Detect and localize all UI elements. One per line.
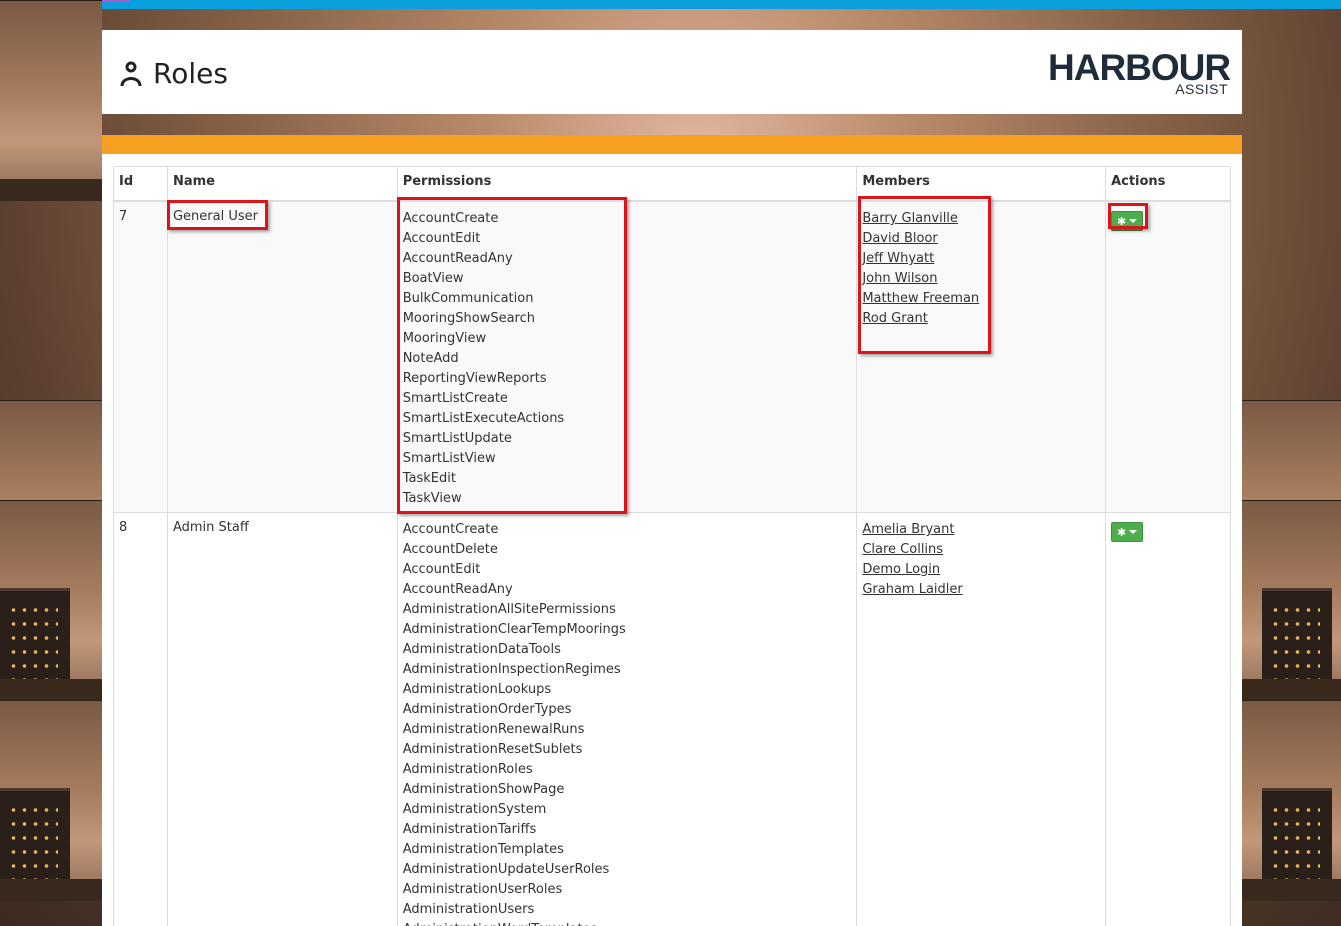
role-name: Admin Staff	[166, 512, 398, 926]
page-title: Roles	[153, 57, 228, 90]
top-bar	[0, 0, 1341, 9]
role-id: 8	[113, 512, 168, 926]
permission-item: AdministrationWordTemplates	[403, 920, 852, 926]
page-header: Roles HARBOUR ASSIST	[102, 30, 1242, 114]
highlight-box-actions	[1108, 203, 1148, 229]
member-link[interactable]: Clare Collins	[862, 540, 1100, 560]
harbour-assist-logo: HARBOUR ASSIST	[1048, 48, 1231, 100]
permission-item: AdministrationRenewalRuns	[402, 722, 585, 737]
permission-item: AdministrationRoles	[402, 762, 533, 777]
actions-cell: ✱	[1105, 512, 1231, 926]
permission-item: AdministrationLookups	[402, 682, 552, 697]
column-header-permissions[interactable]: Permissions	[396, 166, 858, 202]
permission-item: AccountDelete	[402, 542, 498, 557]
background-left	[0, 0, 102, 926]
actions-dropdown-button[interactable]: ✱	[1111, 522, 1144, 542]
permission-item: AdministrationUsers	[402, 902, 535, 917]
logo-sub-text: ASSIST	[1175, 81, 1228, 97]
highlight-box-members	[858, 196, 991, 354]
person-icon	[120, 61, 142, 87]
permissions-list: AccountCreate AccountDelete AccountEdit Acc…	[396, 512, 858, 926]
permission-item: AccountReadAny	[402, 582, 513, 597]
member-link[interactable]: Amelia Bryant	[862, 520, 1100, 540]
table-row: 8 Admin Staff AccountCreate AccountDelete…	[113, 512, 1231, 926]
permission-item: AdministrationInspectionRegimes	[402, 662, 621, 677]
column-header-name[interactable]: Name	[166, 166, 398, 202]
role-name: General User	[166, 200, 398, 513]
permission-item: AdministrationTemplates	[402, 842, 564, 857]
permission-item: AdministrationTariffs	[402, 822, 537, 837]
highlight-box-role-name	[167, 200, 268, 230]
caret-down-icon	[1129, 530, 1138, 534]
permission-item: AdministrationUpdateUserRoles	[402, 862, 610, 877]
roles-panel: Id Name Permissions Members Actions 7 Ge…	[102, 135, 1242, 926]
permission-item: AccountEdit	[402, 562, 481, 577]
column-header-id[interactable]: Id	[113, 166, 168, 202]
background-right	[1242, 0, 1341, 926]
actions-cell: ✱	[1105, 200, 1231, 513]
roles-table: Id Name Permissions Members Actions 7 Ge…	[113, 166, 1231, 926]
role-id: 7	[113, 200, 168, 513]
permission-item: AdministrationClearTempMoorings	[402, 622, 626, 637]
member-link[interactable]: Graham Laidler	[862, 580, 1100, 600]
member-link[interactable]: Demo Login	[862, 560, 1100, 580]
permission-item: AdministrationDataTools	[402, 642, 561, 657]
highlight-box-permissions	[397, 197, 627, 514]
permission-item: AdministrationAllSitePermissions	[402, 602, 616, 617]
permission-item: AdministrationSystem	[402, 802, 547, 817]
permission-item: AdministrationResetSublets	[402, 742, 583, 757]
permission-item: AdministrationUserRoles	[402, 882, 563, 897]
permission-item: AdministrationOrderTypes	[402, 702, 572, 717]
permission-item: AccountCreate	[402, 522, 499, 537]
table-header-row: Id Name Permissions Members Actions	[113, 166, 1231, 202]
panel-header-bar	[102, 135, 1242, 154]
table-row: 7 General User AccountCreate AccountEdit A…	[113, 200, 1231, 513]
column-header-actions: Actions	[1105, 166, 1231, 202]
gear-icon: ✱	[1116, 525, 1127, 539]
permission-item: AdministrationShowPage	[402, 782, 565, 797]
members-list: Amelia Bryant Clare Collins Demo Login Grah…	[856, 512, 1107, 926]
